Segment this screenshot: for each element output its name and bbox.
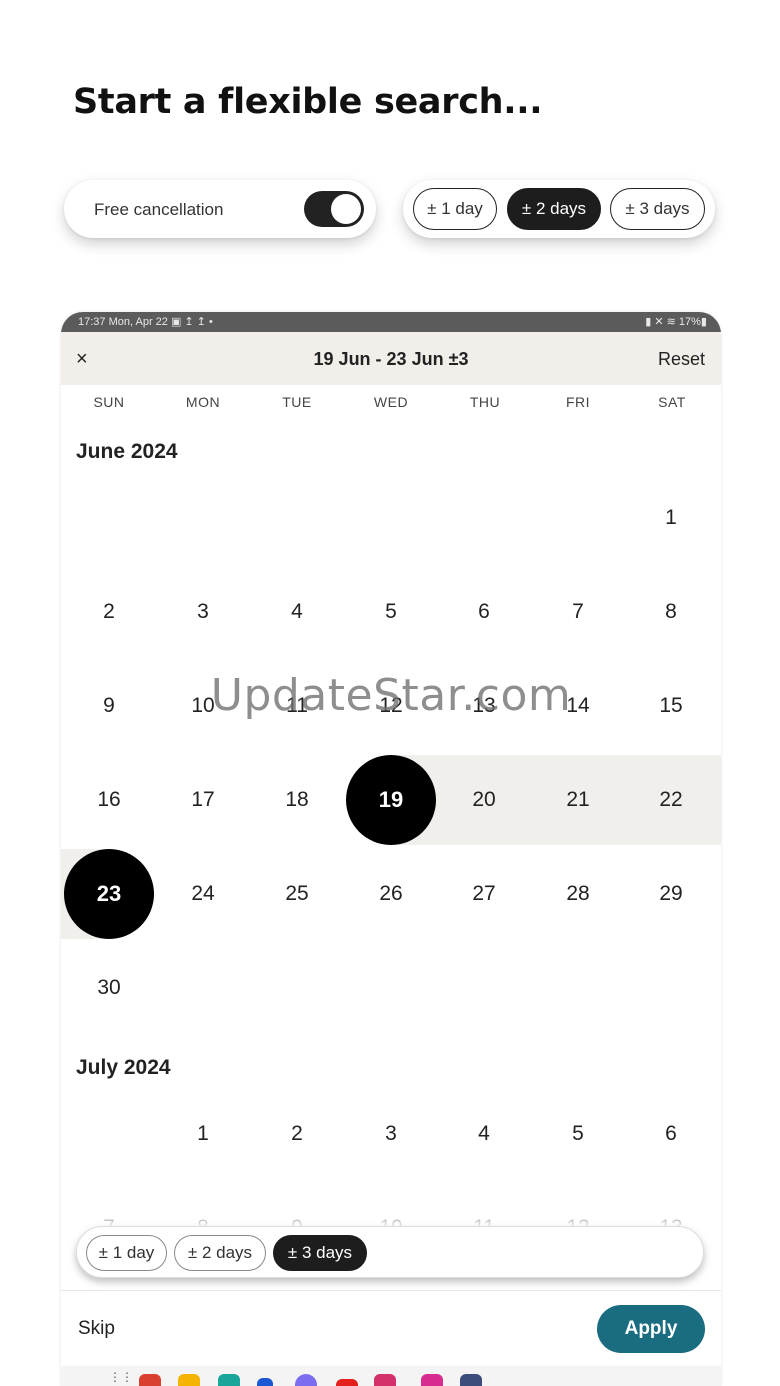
day-june-2[interactable]: 2	[62, 590, 156, 634]
day-june-30[interactable]: 30	[62, 966, 156, 1010]
day-june-26[interactable]: 26	[344, 872, 438, 916]
day-june-24[interactable]: 24	[156, 872, 250, 916]
day-june-17[interactable]: 17	[156, 778, 250, 822]
day-june-23-selected-end[interactable]: 23	[64, 849, 154, 939]
free-cancellation-toggle[interactable]	[304, 191, 364, 227]
instagram-app-icon[interactable]	[374, 1374, 396, 1386]
app-icon-blue[interactable]	[257, 1378, 273, 1386]
day-june-29[interactable]: 29	[624, 872, 718, 916]
day-july-5[interactable]: 5	[531, 1112, 625, 1156]
day-june-19-selected-start[interactable]: 19	[346, 755, 436, 845]
day-june-20[interactable]: 20	[437, 778, 531, 822]
watermark: UpdateStar.com	[210, 670, 572, 721]
bottom-flex-3-days-pill[interactable]: ± 3 days	[273, 1235, 367, 1271]
month-label-july: July 2024	[76, 1056, 171, 1079]
apps-grid-icon[interactable]: ⋮⋮	[109, 1370, 133, 1386]
status-bar-right: ▮ ✕ ≋ 17%▮	[645, 316, 707, 328]
weekday-fri: FRI	[565, 394, 591, 410]
date-range-title: 19 Jun - 23 Jun ±3	[313, 349, 469, 369]
settings-app-icon[interactable]	[460, 1374, 482, 1386]
day-june-3[interactable]: 3	[156, 590, 250, 634]
day-june-22[interactable]: 22	[624, 778, 718, 822]
status-bar-left: 17:37 Mon, Apr 22 ▣ ↥ ↥ •	[78, 316, 213, 328]
weekday-tue: TUE	[282, 394, 312, 410]
weekday-header: SUN MON TUE WED THU FRI SAT	[61, 385, 721, 419]
weekday-mon: MON	[185, 394, 221, 410]
day-june-25[interactable]: 25	[250, 872, 344, 916]
skip-button[interactable]: Skip	[78, 1318, 115, 1340]
day-july-3[interactable]: 3	[344, 1112, 438, 1156]
day-june-18[interactable]: 18	[250, 778, 344, 822]
day-july-6[interactable]: 6	[624, 1112, 718, 1156]
day-july-1[interactable]: 1	[156, 1112, 250, 1156]
weekday-sat: SAT	[658, 394, 686, 410]
weekday-sun: SUN	[93, 394, 125, 410]
weekday-thu: THU	[469, 394, 501, 410]
flex-1-day-pill[interactable]: ± 1 day	[413, 188, 497, 230]
free-cancellation-label: Free cancellation	[94, 200, 224, 219]
day-june-21[interactable]: 21	[531, 778, 625, 822]
flex-2-days-pill[interactable]: ± 2 days	[507, 188, 601, 230]
month-label-june: June 2024	[76, 440, 178, 463]
day-june-16[interactable]: 16	[62, 778, 156, 822]
flex-days-card: ± 1 day ± 2 days ± 3 days	[403, 180, 715, 238]
day-june-1[interactable]: 1	[624, 496, 718, 540]
day-june-27[interactable]: 27	[437, 872, 531, 916]
day-july-4[interactable]: 4	[437, 1112, 531, 1156]
reset-button[interactable]: Reset	[658, 349, 705, 370]
day-june-28[interactable]: 28	[531, 872, 625, 916]
scroll-fade	[61, 1198, 721, 1228]
day-june-5[interactable]: 5	[344, 590, 438, 634]
free-cancellation-card[interactable]: Free cancellation	[64, 180, 376, 238]
footer-bar: Skip Apply	[61, 1290, 721, 1366]
apply-button[interactable]: Apply	[597, 1305, 705, 1353]
app-icon-red[interactable]	[139, 1374, 161, 1386]
android-nav-bar: ⋮⋮	[61, 1366, 721, 1386]
youtube-app-icon[interactable]	[336, 1379, 358, 1386]
flex-3-days-pill[interactable]: ± 3 days	[610, 188, 705, 230]
status-bar: 17:37 Mon, Apr 22 ▣ ↥ ↥ • ▮ ✕ ≋ 17%▮	[61, 312, 721, 332]
day-june-8[interactable]: 8	[624, 590, 718, 634]
toggle-knob	[331, 194, 361, 224]
day-june-6[interactable]: 6	[437, 590, 531, 634]
day-june-7[interactable]: 7	[531, 590, 625, 634]
folder-app-icon[interactable]	[178, 1374, 200, 1386]
day-july-2[interactable]: 2	[250, 1112, 344, 1156]
weekday-wed: WED	[373, 394, 409, 410]
bottom-flex-1-day-pill[interactable]: ± 1 day	[86, 1235, 167, 1271]
calendar-app-icon[interactable]	[218, 1374, 240, 1386]
calendar-header: × 19 Jun - 23 Jun ±3 Reset	[61, 332, 721, 385]
day-june-4[interactable]: 4	[250, 590, 344, 634]
messages-app-icon[interactable]	[295, 1374, 317, 1386]
flower-app-icon[interactable]	[421, 1374, 443, 1386]
bottom-flex-pills: ± 1 day ± 2 days ± 3 days	[76, 1226, 704, 1278]
page-title: Start a flexible search...	[73, 82, 543, 122]
bottom-flex-2-days-pill[interactable]: ± 2 days	[174, 1235, 266, 1271]
calendar-screenshot: 17:37 Mon, Apr 22 ▣ ↥ ↥ • ▮ ✕ ≋ 17%▮ × 1…	[61, 312, 721, 1386]
